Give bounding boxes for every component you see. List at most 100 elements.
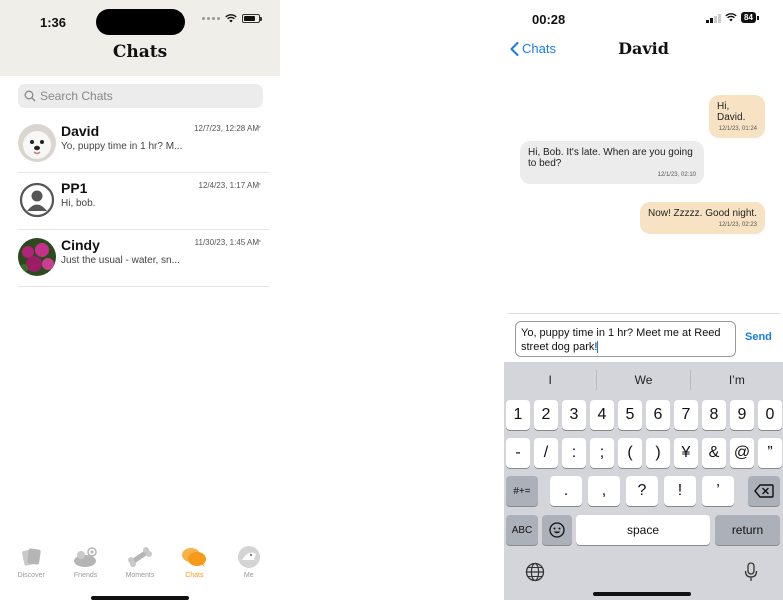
key[interactable]: 1 <box>506 400 530 430</box>
tab-moments[interactable]: Moments <box>115 545 165 600</box>
key[interactable]: 2 <box>534 400 558 430</box>
message-input-value: Yo, puppy time in 1 hr? Meet me at Reed … <box>521 327 721 353</box>
signal-icon <box>202 17 220 20</box>
chats-list-screen: 1:36 Chats Search Chats David Yo, puppy … <box>0 0 280 600</box>
discover-icon <box>18 545 44 569</box>
wifi-icon <box>725 13 737 22</box>
backspace-icon <box>754 484 774 498</box>
key[interactable]: 4 <box>590 400 614 430</box>
status-icons: 84 <box>706 12 759 23</box>
key[interactable]: , <box>588 476 620 506</box>
message-bubble-incoming[interactable]: Hi, Bob. It's late. When are you going t… <box>520 141 704 184</box>
suggestion-item[interactable]: I’m <box>691 370 783 390</box>
chat-row-cindy[interactable]: Cindy Just the usual - water, sn... 11/3… <box>18 230 269 287</box>
key[interactable]: . <box>550 476 582 506</box>
key[interactable]: ¥ <box>674 438 698 468</box>
me-icon <box>236 545 262 569</box>
tab-label: Friends <box>73 572 98 579</box>
tab-label: Me <box>243 572 254 579</box>
tab-friends[interactable]: Friends <box>61 545 111 600</box>
message-input[interactable]: Yo, puppy time in 1 hr? Meet me at Reed … <box>515 321 736 357</box>
home-indicator <box>593 592 691 596</box>
status-time: 1:36 <box>40 15 67 30</box>
abc-key[interactable]: ABC <box>506 515 538 545</box>
delete-key[interactable] <box>748 476 780 506</box>
chat-time: 12/7/23, 12:28 AM <box>194 124 259 133</box>
key[interactable]: ) <box>646 438 670 468</box>
conversation-title: David <box>618 39 669 58</box>
emoji-key[interactable] <box>542 515 572 545</box>
dynamic-island <box>96 9 185 35</box>
return-key[interactable]: return <box>715 515 780 545</box>
key[interactable]: ; <box>590 438 614 468</box>
message-bubble-outgoing[interactable]: Hi, David. 12/1/23, 01:24 <box>709 95 765 138</box>
avatar-david <box>18 124 56 162</box>
tab-discover[interactable]: Discover <box>6 545 56 600</box>
key[interactable]: ! <box>664 476 696 506</box>
home-indicator <box>91 596 189 600</box>
key[interactable]: 5 <box>618 400 642 430</box>
wifi-icon <box>225 14 237 23</box>
chat-time: 12/4/23, 1:17 AM <box>198 181 260 190</box>
tab-chats[interactable]: Chats <box>169 545 219 600</box>
chat-preview: Hi, bob. <box>61 198 96 209</box>
chevron-right-icon: > <box>255 179 261 189</box>
suggestion-item[interactable]: We <box>597 370 691 390</box>
emoji-icon <box>549 522 565 538</box>
microphone-icon[interactable] <box>740 561 762 583</box>
chats-icon <box>181 545 207 569</box>
space-key[interactable]: space <box>576 515 710 545</box>
key[interactable]: ( <box>618 438 642 468</box>
symbols-toggle-key[interactable]: #+= <box>506 476 538 506</box>
tab-me[interactable]: Me <box>224 545 274 600</box>
key[interactable]: & <box>702 438 726 468</box>
key[interactable]: - <box>506 438 530 468</box>
key[interactable]: / <box>534 438 558 468</box>
send-button[interactable]: Send <box>745 331 772 343</box>
key[interactable]: ’ <box>702 476 734 506</box>
chevron-right-icon: > <box>255 122 261 132</box>
chat-name: Cindy <box>61 237 100 253</box>
keyboard: I We I’m 1 2 3 4 5 6 7 8 9 0 - / : ; ( )… <box>504 362 783 600</box>
chat-preview: Just the usual - water, sn... <box>61 255 180 266</box>
chat-name: David <box>61 123 100 139</box>
key[interactable]: 3 <box>562 400 586 430</box>
moments-icon <box>127 545 153 569</box>
chat-time: 11/30/23, 1:45 AM <box>194 238 259 247</box>
suggestion-item[interactable]: I <box>504 370 598 390</box>
key[interactable]: 8 <box>702 400 726 430</box>
search-input[interactable]: Search Chats <box>18 84 263 108</box>
key[interactable]: : <box>562 438 586 468</box>
chats-header: 1:36 Chats <box>0 0 280 76</box>
chat-preview: Yo, puppy time in 1 hr? M... <box>61 141 183 152</box>
tab-label: Chats <box>185 572 204 579</box>
message-time: 12/1/23, 01:24 <box>718 126 757 132</box>
message-text: Hi, David. <box>717 101 746 123</box>
key[interactable]: 9 <box>730 400 754 430</box>
search-icon <box>24 90 36 102</box>
message-time: 12/1/23, 02:23 <box>718 222 757 228</box>
battery-icon <box>242 14 262 23</box>
key[interactable]: 7 <box>674 400 698 430</box>
message-bubble-outgoing[interactable]: Now! Zzzzz. Good night. 12/1/23, 02:23 <box>640 202 765 234</box>
search-placeholder: Search Chats <box>40 89 113 103</box>
battery-icon: 84 <box>741 12 759 23</box>
message-compose-bar: Yo, puppy time in 1 hr? Meet me at Reed … <box>508 313 780 363</box>
message-text: Now! Zzzzz. Good night. <box>648 208 757 219</box>
key[interactable]: 0 <box>758 400 782 430</box>
person-icon <box>19 182 55 218</box>
status-time: 00:28 <box>532 12 566 27</box>
globe-icon[interactable] <box>524 561 546 583</box>
conversation-screen: 00:28 84 Chats David Hi, David. 12/1/23,… <box>504 0 783 600</box>
key[interactable]: ? <box>626 476 658 506</box>
signal-icon <box>706 13 721 23</box>
chat-row-pp1[interactable]: PP1 Hi, bob. 12/4/23, 1:17 AM > <box>18 173 269 230</box>
message-time: 12/1/23, 02:10 <box>657 172 696 178</box>
chat-row-david[interactable]: David Yo, puppy time in 1 hr? M... 12/7/… <box>18 116 269 173</box>
key[interactable]: ” <box>758 438 782 468</box>
screen-composite: 1:36 Chats Search Chats David Yo, puppy … <box>0 0 783 600</box>
message-text: Hi, Bob. It's late. When are you going t… <box>528 147 693 169</box>
chat-name: PP1 <box>61 180 88 196</box>
key[interactable]: 6 <box>646 400 670 430</box>
key[interactable]: @ <box>730 438 754 468</box>
